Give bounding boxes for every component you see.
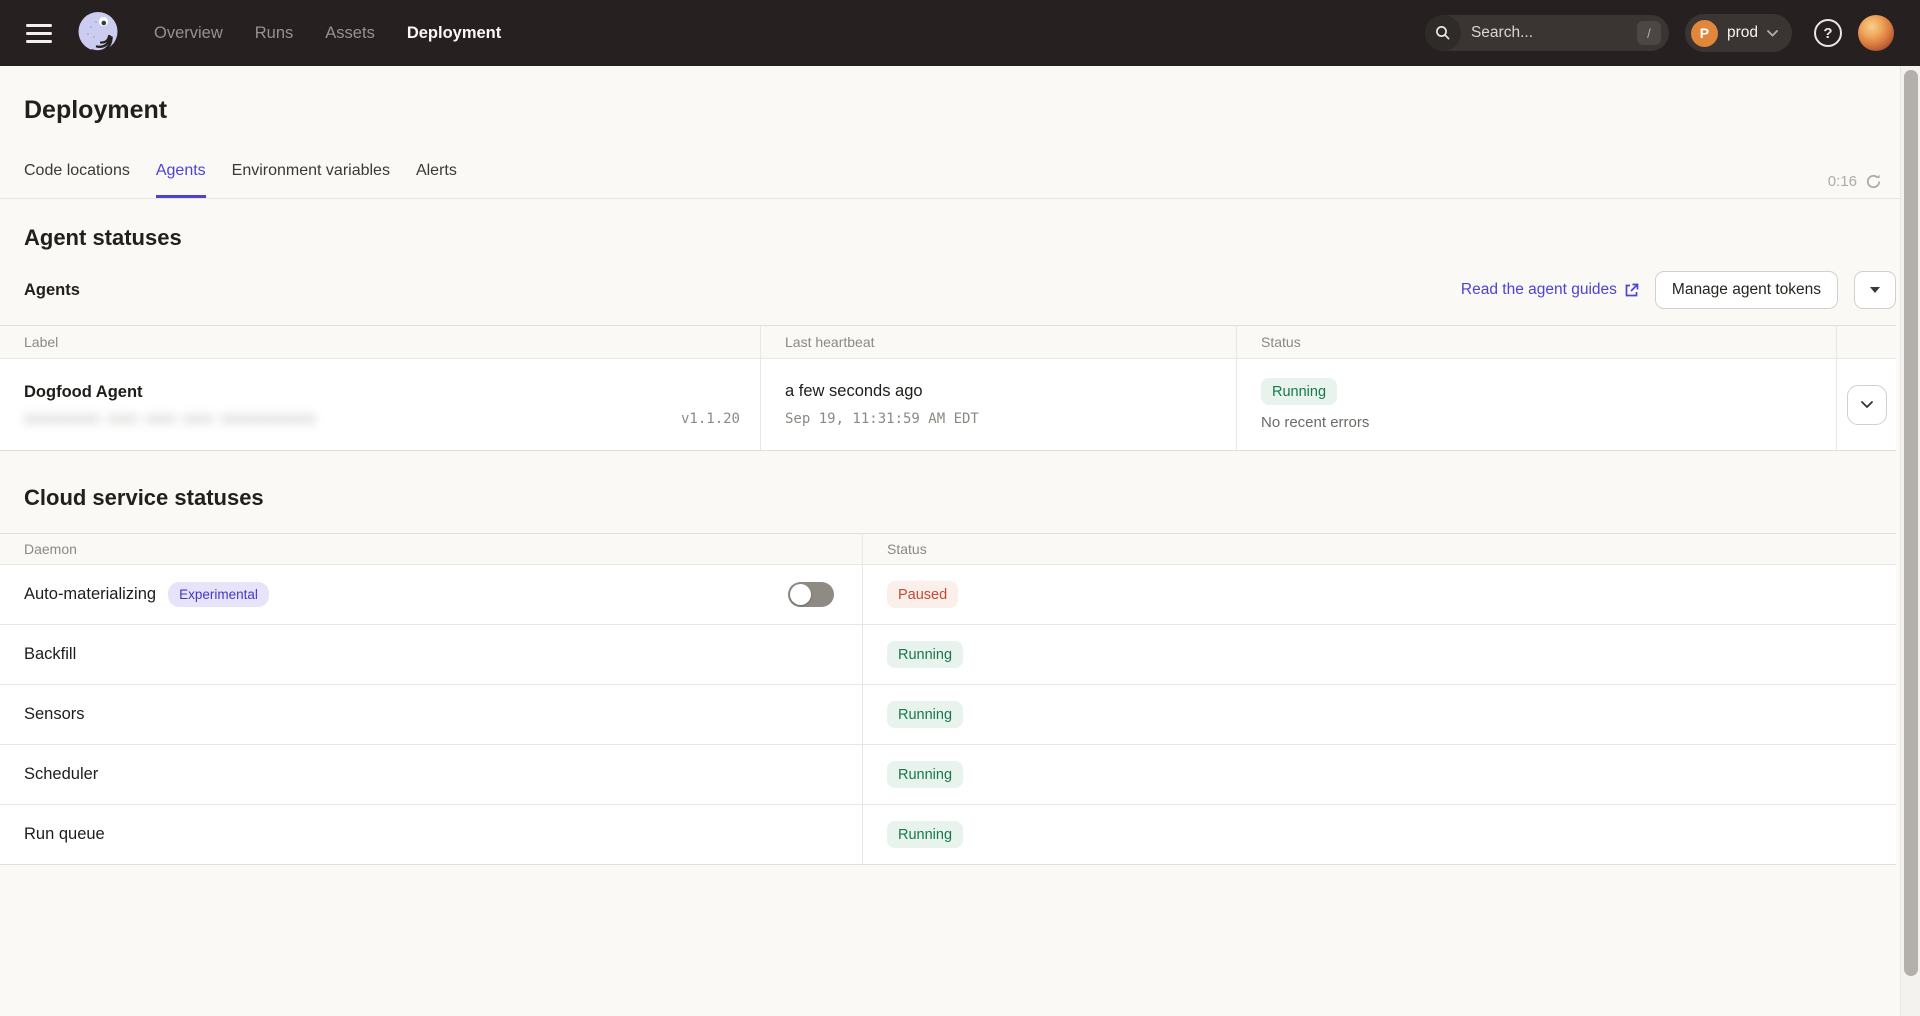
daemon-name: Backfill xyxy=(24,645,76,664)
nav-runs[interactable]: Runs xyxy=(255,24,294,43)
daemon-row-sensors: Sensors Running xyxy=(0,684,1896,744)
tabs-row: Code locations Agents Environment variab… xyxy=(0,151,1920,199)
nav-deployment[interactable]: Deployment xyxy=(407,24,501,43)
refresh-icon[interactable] xyxy=(1865,173,1882,190)
agents-toolbar: Agents Read the agent guides Manage agen… xyxy=(0,251,1920,325)
dagster-logo-icon[interactable] xyxy=(74,9,122,57)
agent-statuses-heading: Agent statuses xyxy=(0,199,1920,251)
agent-table-row: Dogfood Agent xxxxxxxx-xxx-xxx-xxx-xxxxx… xyxy=(0,358,1896,450)
help-icon[interactable]: ? xyxy=(1814,19,1842,47)
search-icon xyxy=(1425,15,1461,51)
daemon-status-badge: Running xyxy=(887,701,963,728)
daemon-name: Sensors xyxy=(24,705,85,724)
chevron-down-icon xyxy=(1861,401,1873,408)
col-last-heartbeat: Last heartbeat xyxy=(760,326,1236,358)
tab-environment-variables[interactable]: Environment variables xyxy=(232,151,390,198)
cloud-service-statuses-heading: Cloud service statuses xyxy=(0,451,1920,511)
daemon-row-run-queue: Run queue Running xyxy=(0,804,1896,864)
daemon-row-scheduler: Scheduler Running xyxy=(0,744,1896,804)
col-daemon: Daemon xyxy=(0,534,862,564)
deployment-switcher-label: prod xyxy=(1727,24,1758,42)
primary-nav: Overview Runs Assets Deployment xyxy=(154,24,501,43)
col-actions xyxy=(1836,326,1896,358)
agent-id-redacted: xxxxxxxx-xxx-xxx-xxx-xxxxxxxxxx xyxy=(24,411,316,427)
top-nav: Overview Runs Assets Deployment Search..… xyxy=(0,0,1920,66)
external-link-icon xyxy=(1624,283,1639,298)
daemon-status-badge: Running xyxy=(887,761,963,788)
daemon-status-badge: Paused xyxy=(887,581,958,608)
tab-alerts[interactable]: Alerts xyxy=(416,151,457,198)
col-status: Status xyxy=(1236,326,1836,358)
agent-row-expand-button[interactable] xyxy=(1847,385,1887,425)
scrollbar-thumb[interactable] xyxy=(1904,70,1918,976)
heartbeat-timestamp: Sep 19, 11:31:59 AM EDT xyxy=(785,411,979,427)
search-placeholder: Search... xyxy=(1471,24,1533,42)
cloud-table-header: Daemon Status xyxy=(0,534,1896,564)
agents-more-actions-button[interactable] xyxy=(1854,271,1896,309)
daemon-row-auto-materializing: Auto-materializing Experimental Paused xyxy=(0,564,1896,624)
agents-table-header: Label Last heartbeat Status xyxy=(0,326,1896,358)
user-avatar[interactable] xyxy=(1858,15,1894,51)
daemon-status-badge: Running xyxy=(887,641,963,668)
tab-agents[interactable]: Agents xyxy=(156,151,206,198)
agents-table: Label Last heartbeat Status Dogfood Agen… xyxy=(0,325,1896,451)
daemon-status-badge: Running xyxy=(887,821,963,848)
daemon-name: Scheduler xyxy=(24,765,98,784)
agent-errors-note: No recent errors xyxy=(1261,414,1369,431)
page-header: Deployment xyxy=(0,66,1920,125)
agent-version: v1.1.20 xyxy=(681,411,740,427)
agent-guides-link[interactable]: Read the agent guides xyxy=(1461,281,1639,299)
cloud-services-table: Daemon Status Auto-materializing Experim… xyxy=(0,533,1896,865)
manage-agent-tokens-button[interactable]: Manage agent tokens xyxy=(1655,271,1838,309)
nav-overview[interactable]: Overview xyxy=(154,24,223,43)
deployment-avatar: P xyxy=(1691,20,1718,47)
menu-icon[interactable] xyxy=(26,24,52,43)
auto-materializing-toggle[interactable] xyxy=(788,582,834,607)
agent-name[interactable]: Dogfood Agent xyxy=(24,383,744,402)
refresh-timer: 0:16 xyxy=(1828,173,1857,190)
caret-down-icon xyxy=(1870,287,1880,293)
deployment-switcher[interactable]: P prod xyxy=(1685,14,1792,52)
daemon-name: Run queue xyxy=(24,825,105,844)
search-shortcut-key: / xyxy=(1637,21,1661,45)
col-daemon-status: Status xyxy=(862,534,1896,564)
vertical-scrollbar[interactable] xyxy=(1900,66,1920,1016)
daemon-name: Auto-materializing xyxy=(24,585,156,604)
page-title: Deployment xyxy=(24,96,1896,125)
chevron-down-icon xyxy=(1767,30,1778,37)
daemon-row-backfill: Backfill Running xyxy=(0,624,1896,684)
agent-guides-link-label: Read the agent guides xyxy=(1461,281,1617,299)
search-input[interactable]: Search... / xyxy=(1425,15,1669,51)
nav-assets[interactable]: Assets xyxy=(325,24,375,43)
experimental-badge: Experimental xyxy=(168,582,269,607)
heartbeat-relative: a few seconds ago xyxy=(785,382,923,401)
agents-subheading: Agents xyxy=(24,281,80,300)
col-label: Label xyxy=(0,326,760,358)
tab-code-locations[interactable]: Code locations xyxy=(24,151,130,198)
agent-status-badge: Running xyxy=(1261,378,1337,405)
